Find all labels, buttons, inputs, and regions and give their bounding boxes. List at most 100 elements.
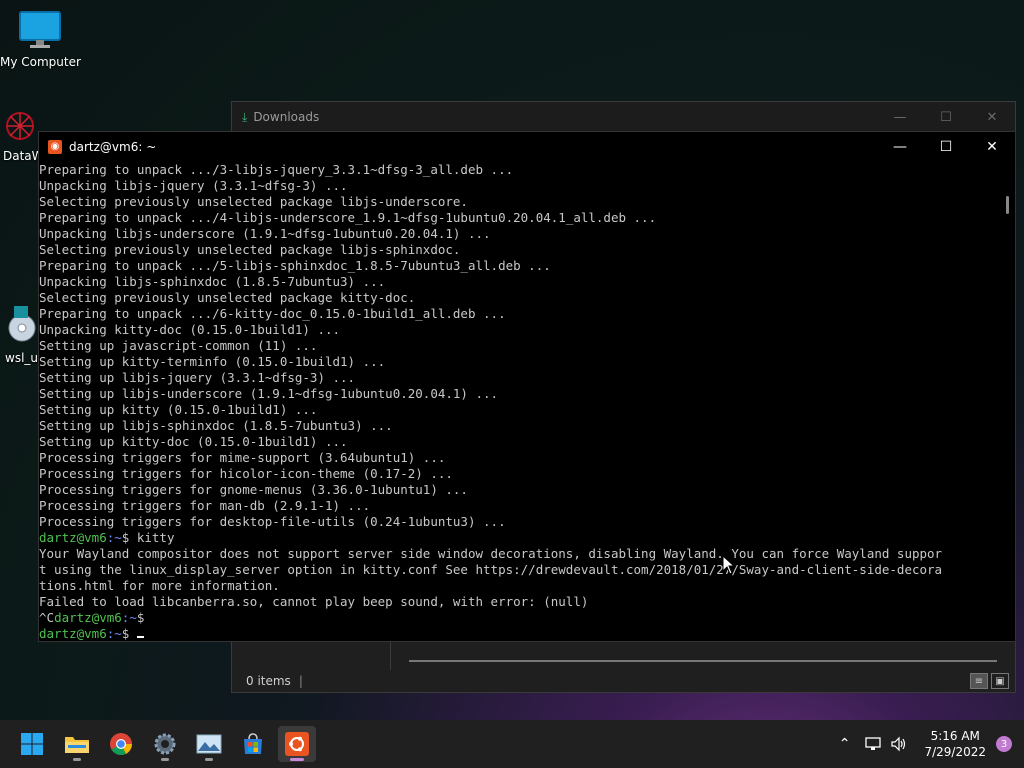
maximize-button[interactable]: ☐ xyxy=(923,139,969,155)
downloads-titlebar[interactable]: ⤓ Downloads — ☐ ✕ xyxy=(232,102,1015,132)
status-separator: | xyxy=(298,674,303,688)
app-shortcut-icon xyxy=(6,112,34,140)
mouse-pointer-icon xyxy=(722,555,736,575)
prompt-user: dartz@vm6 xyxy=(54,610,122,625)
prompt-symbol: $ xyxy=(136,610,145,625)
interrupt-text: ^C xyxy=(39,610,55,625)
terminal-line: dartz@vm6:~$ xyxy=(39,626,999,641)
terminal-cursor xyxy=(136,636,144,638)
maximize-button[interactable]: ☐ xyxy=(923,110,969,125)
notification-badge[interactable]: 3 xyxy=(996,736,1012,752)
terminal-line: Selecting previously unselected package … xyxy=(39,290,416,305)
vertical-scrollbar[interactable] xyxy=(1006,196,1009,214)
windows-start-icon xyxy=(21,733,43,755)
terminal-line: Setting up kitty-terminfo (0.15.0-1build… xyxy=(39,354,386,369)
terminal-line: Selecting previously unselected package … xyxy=(39,194,468,209)
terminal-line: Processing triggers for gnome-menus (3.3… xyxy=(39,482,468,497)
store-icon xyxy=(244,733,262,754)
taskbar-store[interactable] xyxy=(234,726,272,762)
prompt-path: :~ xyxy=(106,626,122,641)
taskbar: ⌃ 5:16 AM 7/29/2022 3 xyxy=(0,720,1024,768)
horizontal-scrollbar[interactable] xyxy=(409,660,997,662)
chevron-up-icon[interactable]: ⌃ xyxy=(839,736,851,752)
command-text: kitty xyxy=(129,530,175,545)
downloads-statusbar: 0 items | xyxy=(232,670,1015,692)
terminal-line: ^Cdartz@vm6:~$ xyxy=(39,610,999,626)
clock-time: 5:16 AM xyxy=(930,729,980,743)
start-button[interactable] xyxy=(13,726,51,762)
desktop-icon-label: DataW xyxy=(3,149,38,163)
terminal-line: Unpacking libjs-sphinxdoc (1.8.5-7ubuntu… xyxy=(39,274,386,289)
terminal-line: Processing triggers for desktop-file-uti… xyxy=(39,514,506,529)
taskbar-photos[interactable] xyxy=(190,726,228,762)
taskbar-chrome[interactable] xyxy=(102,726,140,762)
running-indicator xyxy=(290,758,304,761)
terminal-line: Setting up javascript-common (11) ... xyxy=(39,338,318,353)
terminal-line: Setting up kitty (0.15.0-1build1) ... xyxy=(39,402,318,417)
photos-icon xyxy=(196,734,222,754)
terminal-line: Setting up libjs-underscore (1.9.1~dfsg-… xyxy=(39,386,499,401)
downloads-title: Downloads xyxy=(253,110,320,124)
terminal-body[interactable]: Preparing to unpack .../3-libjs-jquery_3… xyxy=(39,162,999,641)
clock-date: 7/29/2022 xyxy=(924,745,986,759)
terminal-line: dartz@vm6:~$ kitty xyxy=(39,530,999,546)
close-button[interactable]: ✕ xyxy=(969,139,1015,155)
terminal-line: Setting up libjs-sphinxdoc (1.8.5-7ubunt… xyxy=(39,418,393,433)
system-tray: ⌃ 5:16 AM 7/29/2022 3 xyxy=(839,720,1024,768)
prompt-user: dartz@vm6 xyxy=(39,530,107,545)
running-indicator xyxy=(73,758,81,761)
pane-divider xyxy=(390,642,391,670)
prompt-symbol: $ xyxy=(121,626,130,641)
minimize-button[interactable]: — xyxy=(877,110,923,125)
folder-icon xyxy=(65,737,89,753)
terminal-line: Failed to load libcanberra.so, cannot pl… xyxy=(39,594,589,609)
download-icon: ⤓ xyxy=(242,109,248,124)
desktop-icon-my-computer[interactable]: My Computer xyxy=(0,10,81,69)
terminal-line: Processing triggers for mime-support (3.… xyxy=(39,450,446,465)
terminal-titlebar[interactable]: ◉ dartz@vm6: ~ — ☐ ✕ xyxy=(39,132,1015,161)
terminal-line: Processing triggers for hicolor-icon-the… xyxy=(39,466,453,481)
terminal-window[interactable]: ◉ dartz@vm6: ~ — ☐ ✕ Preparing to unpack… xyxy=(38,131,1016,642)
prompt-user: dartz@vm6 xyxy=(39,626,107,641)
running-indicator xyxy=(205,758,213,761)
desktop-icon-dataw[interactable]: DataW xyxy=(0,108,38,163)
computer-icon xyxy=(19,11,61,48)
terminal-line: Preparing to unpack .../5-libjs-sphinxdo… xyxy=(39,258,551,273)
terminal-line: Selecting previously unselected package … xyxy=(39,242,461,257)
clock[interactable]: 5:16 AM 7/29/2022 xyxy=(924,728,986,760)
terminal-line: Unpacking libjs-underscore (1.9.1~dfsg-1… xyxy=(39,226,491,241)
network-icon[interactable] xyxy=(864,736,882,752)
terminal-line: Your Wayland compositor does not support… xyxy=(39,546,943,561)
desktop-icon-label: My Computer xyxy=(0,55,81,69)
details-view-button[interactable]: ≡ xyxy=(970,673,988,689)
ubuntu-icon: ◉ xyxy=(48,139,62,154)
terminal-line: Setting up kitty-doc (0.15.0-1build1) ..… xyxy=(39,434,348,449)
volume-icon[interactable] xyxy=(890,736,908,752)
desktop-icon-label: wsl_up xyxy=(5,351,38,365)
terminal-line: Preparing to unpack .../3-libjs-jquery_3… xyxy=(39,162,514,177)
item-count: 0 items xyxy=(246,674,291,688)
terminal-line: tions.html for more information. xyxy=(39,578,280,593)
prompt-path: :~ xyxy=(106,530,122,545)
terminal-line: Unpacking kitty-doc (0.15.0-1build1) ... xyxy=(39,322,341,337)
running-indicator xyxy=(161,758,169,761)
close-button[interactable]: ✕ xyxy=(969,110,1015,125)
minimize-button[interactable]: — xyxy=(877,139,923,155)
terminal-line: Setting up libjs-jquery (3.3.1~dfsg-3) .… xyxy=(39,370,356,385)
disc-icon xyxy=(8,306,36,342)
taskbar-settings[interactable] xyxy=(146,726,184,762)
gear-icon xyxy=(154,733,176,755)
terminal-line: Processing triggers for man-db (2.9.1-1)… xyxy=(39,498,371,513)
prompt-path: :~ xyxy=(121,610,137,625)
terminal-line: Unpacking libjs-jquery (3.3.1~dfsg-3) ..… xyxy=(39,178,348,193)
terminal-title: dartz@vm6: ~ xyxy=(69,139,157,154)
terminal-line: t using the linux_display_server option … xyxy=(39,562,943,577)
ubuntu-icon xyxy=(285,732,309,756)
terminal-line: Preparing to unpack .../6-kitty-doc_0.15… xyxy=(39,306,506,321)
terminal-line: Preparing to unpack .../4-libjs-undersco… xyxy=(39,210,657,225)
taskbar-file-explorer[interactable] xyxy=(58,726,96,762)
desktop-icon-wsl[interactable]: wsl_up xyxy=(0,306,38,365)
taskbar-ubuntu[interactable] xyxy=(278,726,316,762)
terminal-output: Preparing to unpack .../3-libjs-jquery_3… xyxy=(39,162,999,641)
tiles-view-button[interactable]: ▣ xyxy=(991,673,1009,689)
